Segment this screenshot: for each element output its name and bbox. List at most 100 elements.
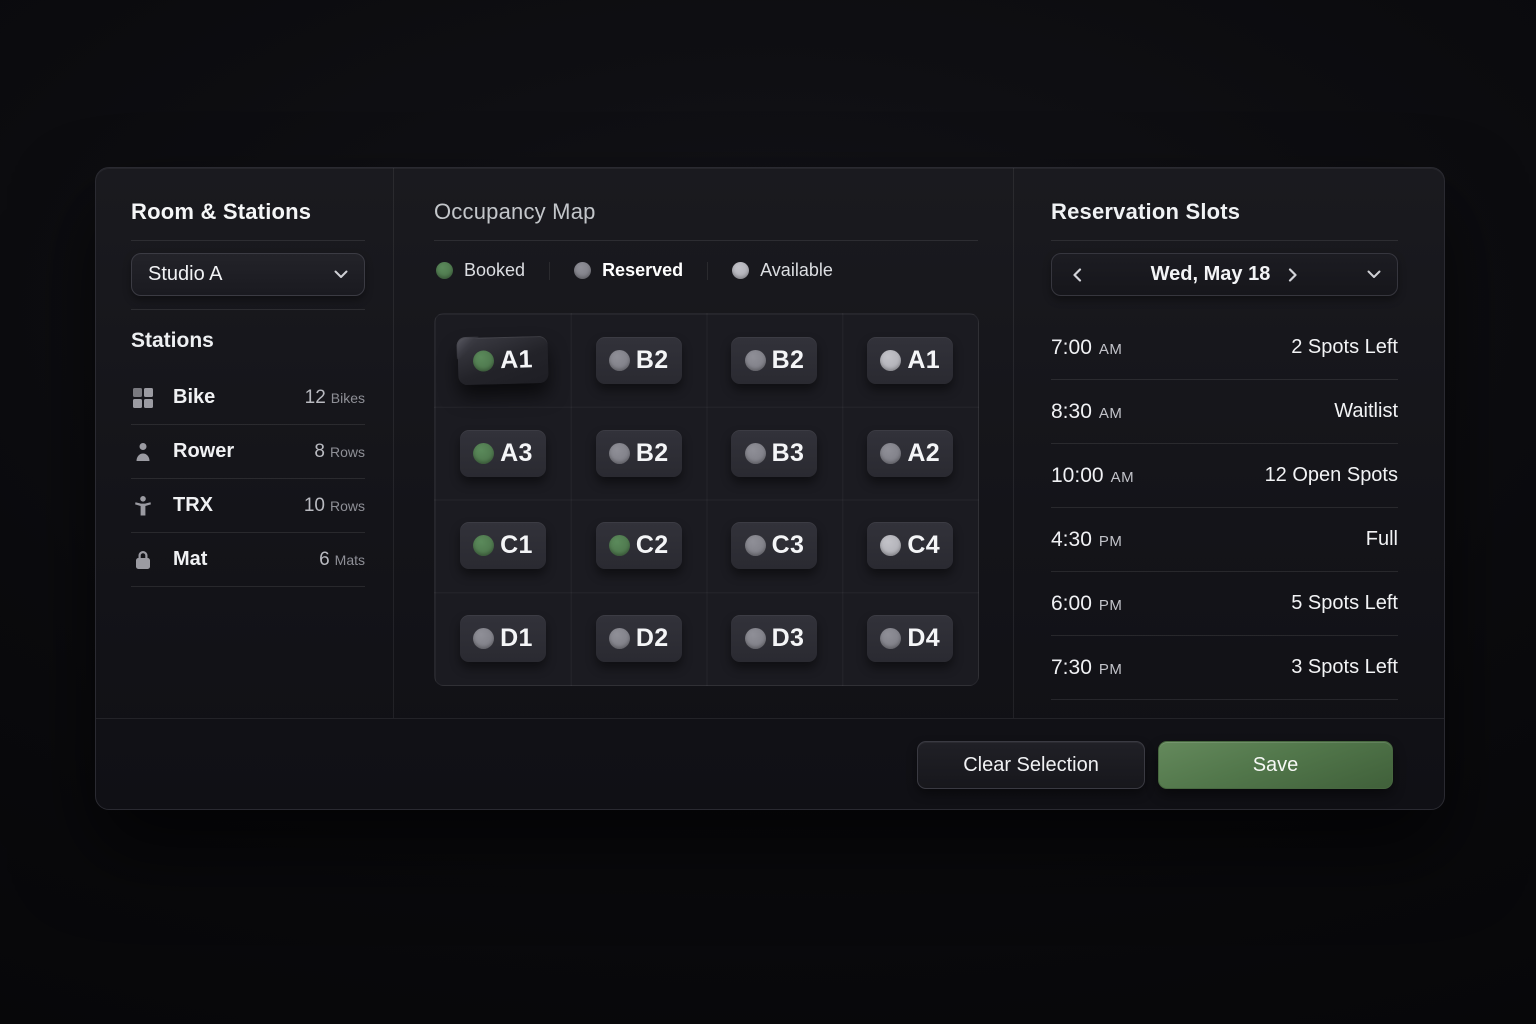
- footer-bar: Clear Selection Save: [96, 718, 1444, 811]
- slot-time-value: 6:00: [1051, 592, 1092, 616]
- slot-status: Waitlist: [1334, 400, 1398, 423]
- trx-person-icon: [131, 494, 155, 518]
- stations-list: Bike 12 Bikes Rower 8 Rows: [131, 371, 365, 587]
- station-row-rower[interactable]: Rower 8 Rows: [131, 425, 365, 479]
- slots-list: 7:00 AM 2 Spots Left 8:30 AM Waitlist 10:0…: [1051, 316, 1398, 700]
- reservation-card: Room & Stations Studio A Stations: [95, 167, 1445, 810]
- prev-day-button[interactable]: [1068, 264, 1086, 286]
- slot-row[interactable]: 7:30PM 3 Spots Left: [1051, 636, 1398, 700]
- divider: [434, 240, 978, 241]
- seat-tile[interactable]: B2: [596, 337, 682, 384]
- seat-tile[interactable]: B2: [731, 337, 817, 384]
- legend-separator: [707, 262, 708, 280]
- seat-status-dot: [609, 535, 630, 556]
- seat-tile[interactable]: C1: [460, 522, 546, 569]
- seat-tile[interactable]: A3: [460, 430, 546, 477]
- seat-tile[interactable]: D4: [867, 615, 953, 662]
- slot-meridiem: PM: [1099, 661, 1123, 678]
- slot-time-value: 7:00: [1051, 336, 1092, 360]
- seat-tile[interactable]: A1: [867, 337, 953, 384]
- seat-label: C1: [500, 531, 533, 560]
- seat-status-dot: [745, 443, 766, 464]
- seat-status-dot: [880, 350, 901, 371]
- legend-label: Available: [760, 260, 833, 281]
- seat-tile[interactable]: D2: [596, 615, 682, 662]
- seat-label: A1: [500, 345, 533, 375]
- occupancy-panel: Occupancy Map Booked Reserved Available: [394, 168, 1014, 718]
- legend-separator: [549, 262, 550, 280]
- legend-item-reserved: Reserved: [574, 260, 683, 281]
- slot-time-value: 10:00: [1051, 464, 1104, 488]
- station-row-trx[interactable]: TRX 10 Rows: [131, 479, 365, 533]
- slot-row[interactable]: 8:30 AM Waitlist: [1051, 380, 1398, 444]
- slot-meridiem: PM: [1099, 533, 1123, 550]
- room-select-value: Studio A: [148, 263, 223, 286]
- legend-item-booked: Booked: [436, 260, 525, 281]
- seat-label: C4: [907, 531, 940, 560]
- station-count-unit: Rows: [330, 444, 365, 460]
- seat-tile[interactable]: C4: [867, 522, 953, 569]
- slot-meridiem: AM: [1099, 341, 1123, 358]
- slot-time-value: 8:30: [1051, 400, 1092, 424]
- slot-time-value: 4:30: [1051, 528, 1092, 552]
- seat-tile[interactable]: C3: [731, 522, 817, 569]
- seat-tile[interactable]: D3: [731, 615, 817, 662]
- station-row-bike[interactable]: Bike 12 Bikes: [131, 371, 365, 425]
- station-count-number: 6: [319, 549, 330, 571]
- seat-label: A1: [907, 346, 940, 375]
- seat-status-dot: [473, 535, 494, 556]
- station-name: Mat: [173, 548, 207, 571]
- seat-label: D3: [772, 624, 805, 653]
- slot-time: 10:00AM: [1051, 464, 1134, 488]
- divider: [131, 240, 365, 241]
- station-count: 6 Mats: [319, 549, 365, 571]
- seat-tile[interactable]: A1: [457, 336, 548, 385]
- clear-selection-button[interactable]: Clear Selection: [917, 741, 1145, 789]
- date-selector[interactable]: Wed, May 18: [1051, 253, 1398, 296]
- seat-label: A3: [500, 439, 533, 468]
- occupancy-title: Occupancy Map: [434, 199, 596, 225]
- station-row-mat[interactable]: Mat 6 Mats: [131, 533, 365, 587]
- slot-status: 2 Spots Left: [1291, 336, 1398, 359]
- divider: [1051, 240, 1398, 241]
- slot-row[interactable]: 4:30PM Full: [1051, 508, 1398, 572]
- seat-tile[interactable]: B2: [596, 430, 682, 477]
- seat-tile[interactable]: C2: [596, 522, 682, 569]
- slot-time: 8:30 AM: [1051, 400, 1122, 424]
- seat-tile[interactable]: B3: [731, 430, 817, 477]
- slot-row[interactable]: 6:00PM 5 Spots Left: [1051, 572, 1398, 636]
- rower-person-icon: [131, 440, 155, 464]
- slot-time: 6:00PM: [1051, 592, 1122, 616]
- save-button[interactable]: Save: [1158, 741, 1393, 789]
- slot-meridiem: AM: [1099, 405, 1123, 422]
- seat-status-dot: [609, 443, 630, 464]
- legend-label: Reserved: [602, 260, 683, 281]
- seat-status-dot: [745, 350, 766, 371]
- legend-item-available: Available: [732, 260, 833, 281]
- seat-status-dot: [609, 628, 630, 649]
- seat-label: B2: [636, 439, 669, 468]
- seat-label: D1: [500, 624, 533, 653]
- reservation-slots-title: Reservation Slots: [1051, 199, 1240, 225]
- booked-dot-icon: [436, 262, 453, 279]
- seat-status-dot: [473, 350, 495, 372]
- slot-status: 12 Open Spots: [1265, 464, 1398, 487]
- slot-row[interactable]: 10:00AM 12 Open Spots: [1051, 444, 1398, 508]
- next-day-button[interactable]: [1284, 264, 1302, 286]
- date-label: Wed, May 18: [1151, 263, 1271, 286]
- chevron-down-icon: [1367, 270, 1381, 279]
- seat-tile[interactable]: D1: [460, 615, 546, 662]
- seat-label: D4: [907, 624, 940, 653]
- seat-status-dot: [880, 443, 901, 464]
- seat-status-dot: [609, 350, 630, 371]
- station-count-number: 8: [314, 441, 325, 463]
- slot-time-value: 7:30: [1051, 656, 1092, 680]
- room-stations-panel: Room & Stations Studio A Stations: [96, 168, 394, 718]
- seat-status-dot: [880, 535, 901, 556]
- slot-row[interactable]: 7:00 AM 2 Spots Left: [1051, 316, 1398, 380]
- stations-heading: Stations: [131, 329, 214, 353]
- room-select[interactable]: Studio A: [131, 253, 365, 296]
- seat-tile[interactable]: A2: [867, 430, 953, 477]
- seat-label: A2: [907, 439, 940, 468]
- seat-status-dot: [745, 628, 766, 649]
